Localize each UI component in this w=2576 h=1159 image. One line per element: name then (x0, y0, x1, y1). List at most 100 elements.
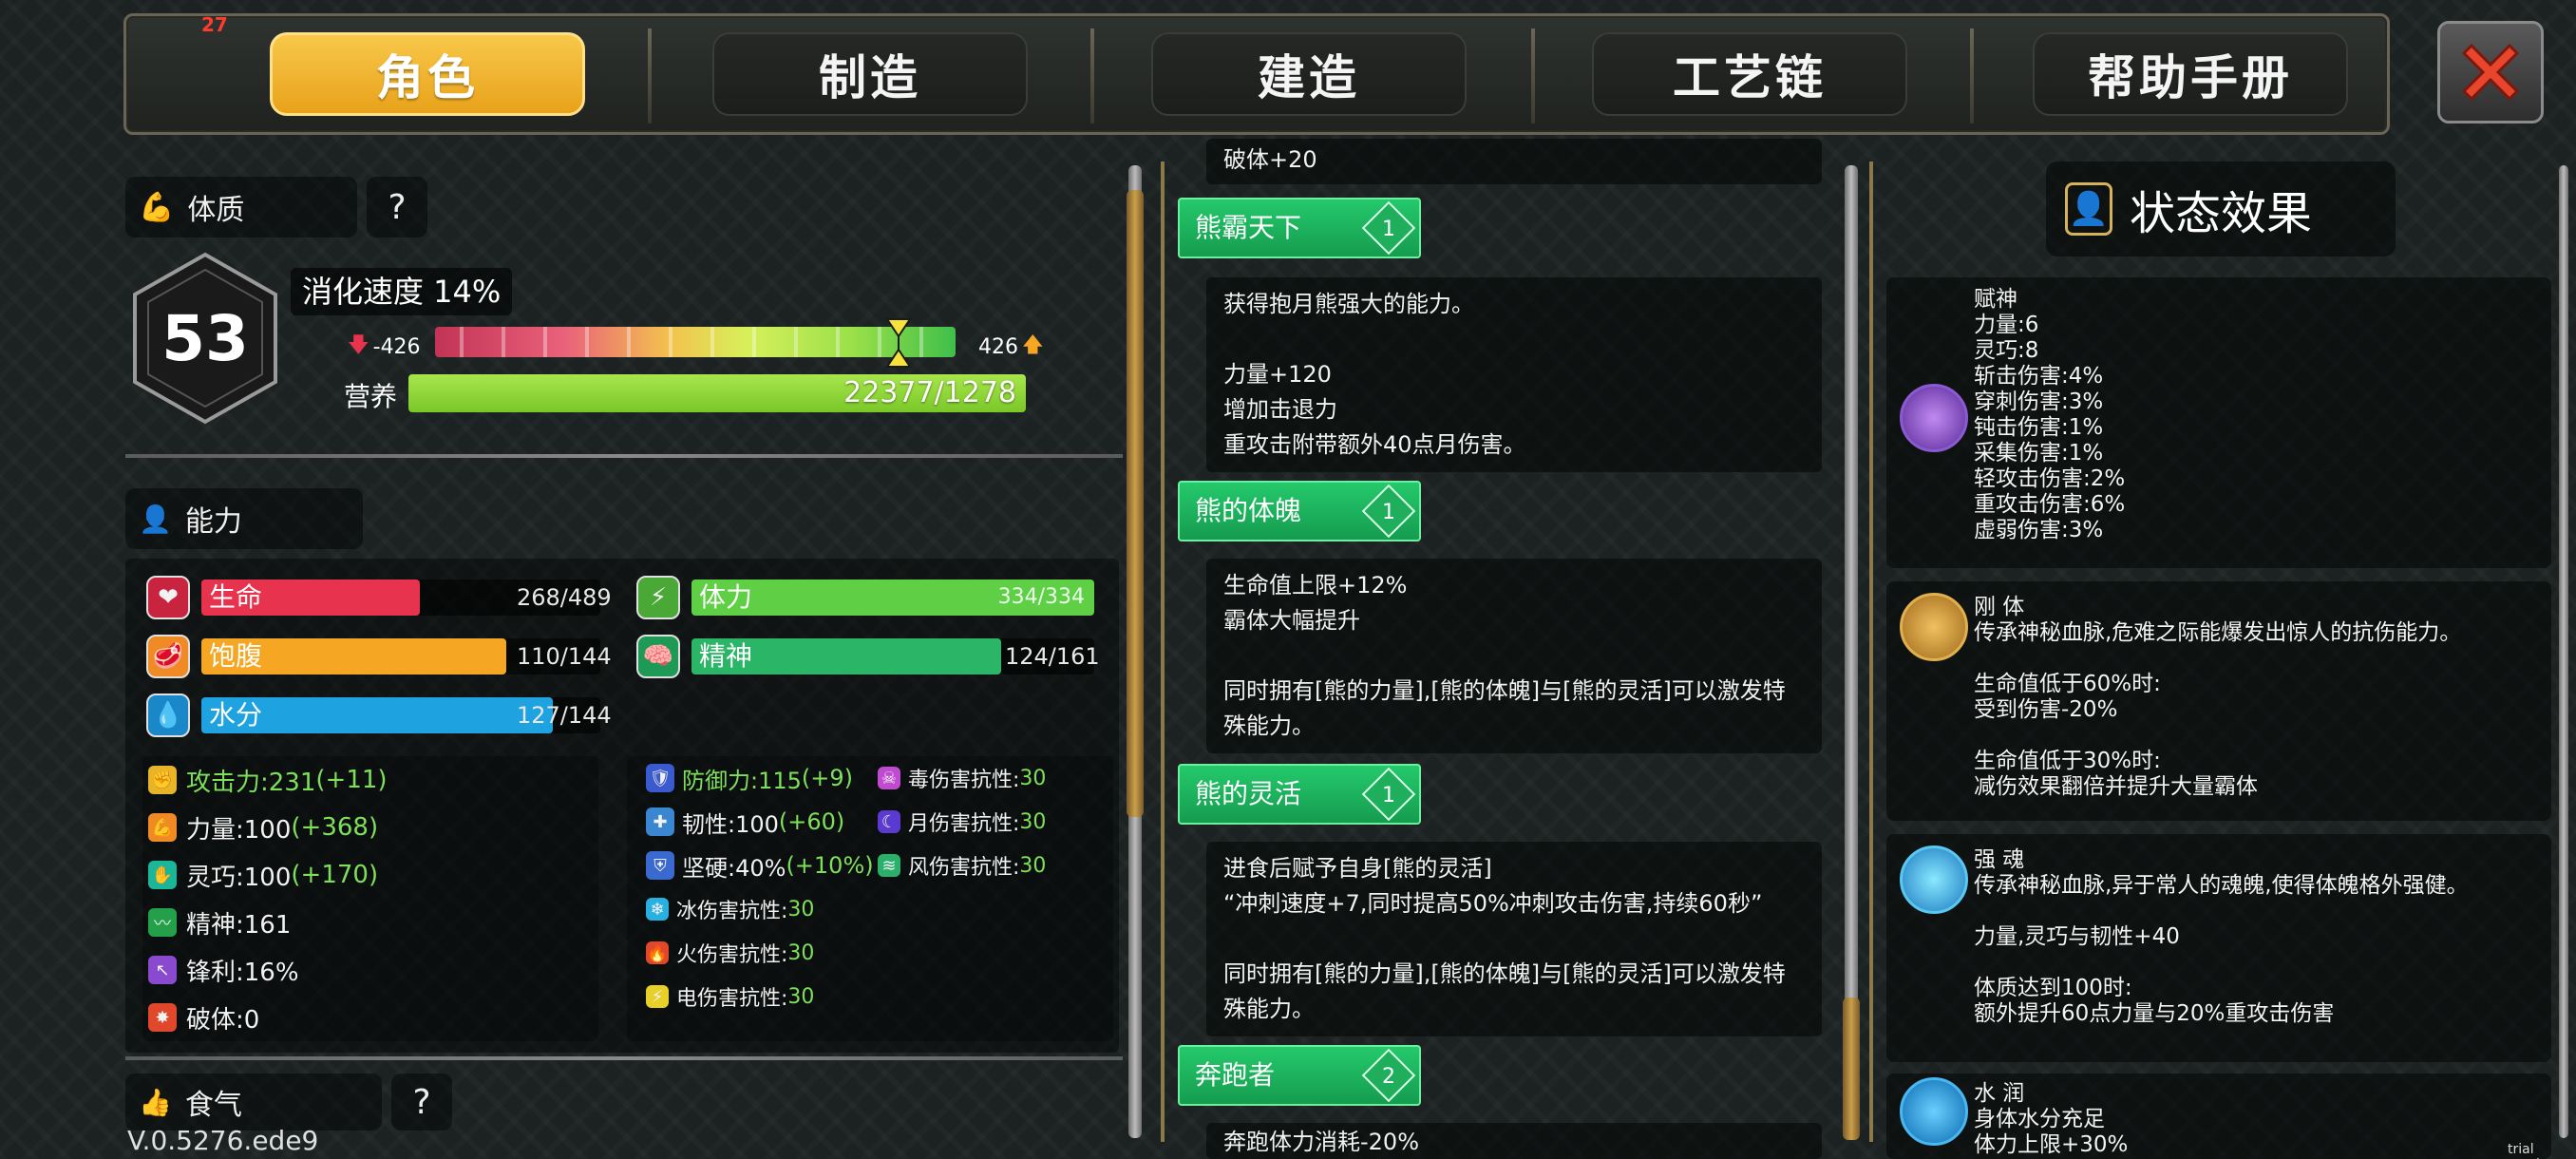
water-drop-icon: 💧 (146, 694, 190, 737)
skill-level-badge: 2 (1361, 1048, 1416, 1103)
skill-level-badge: 1 (1361, 484, 1416, 539)
meat-icon: 🥩 (146, 635, 190, 678)
section-divider (125, 1056, 1123, 1060)
skill-desc-bear-body: 生命值上限+12% 霸体大幅提升 同时拥有[熊的力量],[熊的体魄]与[熊的灵活… (1206, 559, 1822, 753)
stat-row: ✸ 破体:0 (142, 994, 598, 1041)
effect-hydrated: 水 润 身体水分充足 体力上限+30% (1886, 1074, 2551, 1159)
trial-watermark: trial version (2508, 1142, 2556, 1159)
person-icon: 👤 (139, 503, 172, 535)
skill-tag-bear-agility[interactable]: 熊的灵活 1 (1178, 764, 1421, 825)
attack-icon: ✊ (148, 766, 177, 794)
ability-title: 能力 (184, 505, 242, 539)
digest-speed: 消化速度 14% (291, 268, 513, 315)
skill-desc-bear-agility: 进食后赋予自身[熊的灵活] “冲刺速度+7,同时提高50%冲刺攻击伤害,持续60… (1206, 842, 1822, 1036)
hp-value: 268/489 (517, 584, 612, 611)
tab-help-manual[interactable]: 帮助手册 (2033, 32, 2348, 116)
tab-character[interactable]: 角色 (270, 32, 585, 116)
tab-building[interactable]: 建造 (1151, 32, 1467, 116)
penetration-icon: ✸ (148, 1003, 177, 1032)
arrow-down-icon: 🡇 (348, 333, 369, 357)
fire-icon: 🔥 (646, 941, 669, 964)
tab-craft-chain[interactable]: 工艺链 (1592, 32, 1907, 116)
moon-icon: ☾ (878, 810, 900, 833)
person-icon: 👤 (2065, 182, 2112, 236)
stat-row: 💪 力量:100 (+368) (142, 804, 598, 851)
constitution-header: 💪 体质 (125, 177, 357, 238)
sharpness-icon: ↖ (148, 956, 177, 984)
tab-crafting[interactable]: 制造 (712, 32, 1028, 116)
digest-left-value: 🡇 -426 (348, 329, 421, 365)
stat-row: ≋ 风伤害抗性: 30 (878, 844, 1115, 887)
digest-marker-icon (884, 317, 912, 369)
hardness-icon: ⛨ (646, 851, 674, 880)
nutrition-label: 营养 (344, 381, 398, 412)
left-scroll-thumb[interactable] (1127, 190, 1144, 817)
tab-divider (648, 28, 652, 124)
heart-icon: ❤ (146, 576, 190, 619)
skill-desc-bear-dominance: 获得抱月熊强大的能力。 力量+120 增加击退力 重攻击附带额外40点月伤害。 (1206, 277, 1822, 472)
stat-row: 🔥 火伤害抗性: 30 (646, 940, 815, 967)
ice-icon: ❄ (646, 898, 669, 921)
effect-divine-blessing: 赋神 力量:6 灵巧:8 斩击伤害:4% 穿刺伤害:3% 钝击伤害:1% 采集伤… (1886, 277, 2551, 568)
muscle-icon: 💪 (139, 190, 175, 224)
electric-icon: ⚡ (646, 985, 669, 1008)
wind-icon: ≋ (878, 854, 900, 877)
stat-row: ☠ 毒伤害抗性: 30 (878, 756, 1115, 800)
rigid-body-icon (1900, 593, 1968, 661)
middle-border (1161, 162, 1165, 1142)
toughness-icon: ✚ (646, 808, 674, 836)
tab-divider (1090, 28, 1094, 124)
effect-rigid-body: 刚 体 传承神秘血脉,危难之际能爆发出惊人的抗伤能力。 生命值低于60%时: 受… (1886, 581, 2551, 821)
skill-desc-runner: 奔跑体力消耗-20% (1206, 1123, 1822, 1159)
skill-tag-bear-dominance[interactable]: 熊霸天下 1 (1178, 198, 1421, 258)
appetite-help-button[interactable]: ? (391, 1074, 452, 1130)
ability-header: 👤 能力 (125, 488, 363, 549)
spirit-stat-icon: 〰 (148, 908, 177, 937)
water-value: 127/144 (517, 702, 612, 729)
constitution-help-button[interactable]: ? (367, 177, 427, 238)
arrow-up-icon: 🡅 (1022, 333, 1044, 357)
poison-icon: ☠ (878, 767, 900, 789)
constitution-title: 体质 (187, 194, 245, 227)
strong-soul-icon (1900, 846, 1968, 914)
nutrition-value: 22377/1278 (843, 376, 1016, 409)
stat-row: 〰 精神:161 (142, 899, 598, 946)
stat-row: ❄ 冰伤害抗性: 30 (627, 887, 1113, 931)
stat-row: ✊ 攻击力:231 (+11) (142, 756, 598, 804)
constitution-level: 53 (161, 302, 249, 375)
close-icon (2461, 43, 2520, 102)
section-divider (125, 454, 1123, 458)
status-effects-header: 👤 状态效果 (2046, 162, 2396, 256)
satiety-value: 110/144 (517, 643, 612, 670)
effect-strong-soul: 强 魂 传承神秘血脉,异于常人的魂魄,使得体魄格外强健。 力量,灵巧与韧性+40… (1886, 834, 2551, 1062)
right-border (1869, 162, 1873, 1142)
middle-scroll-thumb[interactable] (1843, 998, 1860, 1140)
brain-icon: 🧠 (636, 635, 680, 678)
skill-tag-bear-body[interactable]: 熊的体魄 1 (1178, 481, 1421, 542)
nutrition-bar: 22377/1278 (408, 374, 1026, 412)
strength-icon: 💪 (148, 813, 177, 842)
thumb-icon: 👍 (139, 1086, 172, 1118)
offense-stats: ✊ 攻击力:231 (+11) 💪 力量:100 (+368) ✋ 灵巧:100 (+… (142, 756, 598, 1041)
lightning-icon: ⚡ (636, 576, 680, 619)
digest-track (435, 327, 956, 357)
divine-blessing-icon (1900, 384, 1968, 452)
tab-divider (1970, 28, 1974, 124)
middle-scrollbar[interactable] (1845, 165, 1858, 1138)
tab-divider (1531, 28, 1535, 124)
element-resists: ☠ 毒伤害抗性: 30 ☾ 月伤害抗性: 30 ≋ 风伤害抗性: 30 (878, 756, 1115, 887)
stat-row: ✋ 灵巧:100 (+170) (142, 851, 598, 899)
stamina-bar: 体力 334/334 (691, 580, 1094, 616)
notification-count: 27 (201, 13, 228, 36)
armor-icon: 🛡 (646, 764, 674, 792)
appetite-title: 食气 (184, 1089, 242, 1122)
close-button[interactable] (2437, 21, 2544, 124)
dexterity-icon: ✋ (148, 861, 177, 889)
appetite-header: 👍 食气 (125, 1074, 382, 1130)
stamina-value: 334/334 (997, 585, 1085, 609)
status-title: 状态效果 (2130, 187, 2313, 240)
right-scrollbar[interactable] (2559, 165, 2568, 1138)
skill-tag-runner[interactable]: 奔跑者 2 (1178, 1045, 1421, 1106)
water-drop-icon (1900, 1077, 1968, 1146)
skill-desc-partial: 破体+20 (1206, 139, 1822, 184)
